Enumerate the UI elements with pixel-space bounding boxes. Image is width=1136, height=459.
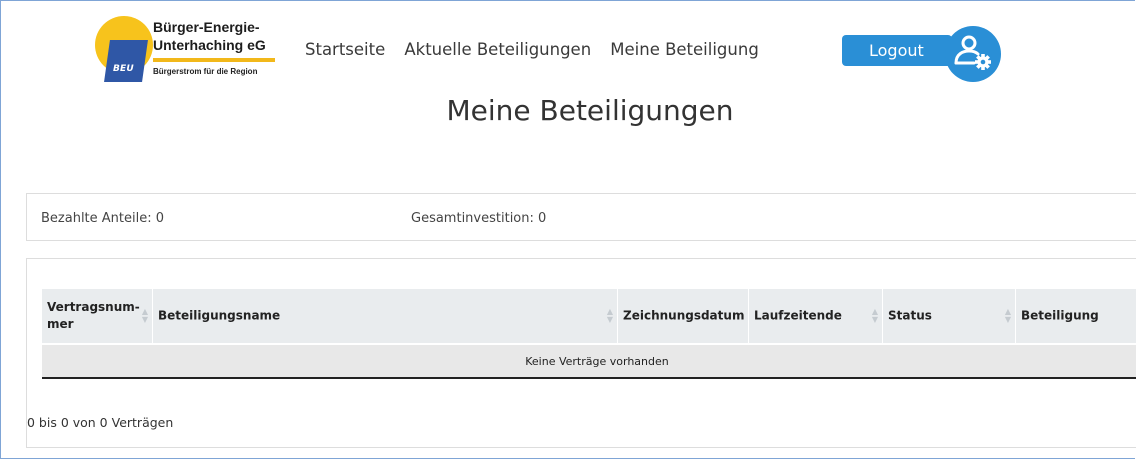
column-header-label: Vertragsnum- mer: [47, 300, 140, 331]
logo-badge: [104, 40, 148, 82]
column-header-label: Beteiligungsname: [158, 308, 281, 323]
empty-message: Keine Verträge vorhanden: [525, 355, 669, 368]
column-header-label: Beteiligung: [1021, 308, 1099, 323]
contracts-panel: Vertragsnum- mer ▲ ▼ Beteiligungsname ▲ ▼ …: [26, 258, 1136, 448]
column-header-vertragsnummer[interactable]: Vertragsnum- mer ▲ ▼: [42, 289, 153, 343]
sort-icon: ▲ ▼: [1004, 307, 1011, 324]
column-header-label: Zeichnungsdatum: [623, 308, 745, 323]
column-header-label: Status: [888, 308, 932, 323]
page-title: Meine Beteiligungen: [446, 94, 734, 127]
logo-underline: [153, 58, 275, 62]
main-nav: Startseite Aktuelle Beteiligungen Meine …: [305, 40, 773, 66]
logo-slogan: Bürgerstrom für die Region: [153, 67, 258, 76]
logout-button[interactable]: Logout: [842, 35, 952, 66]
sort-icon: ▲ ▼: [871, 307, 878, 324]
nav-item-meine-beteiligung[interactable]: Meine Beteiligung: [610, 40, 759, 59]
nav-item-aktuelle-beteiligungen[interactable]: Aktuelle Beteiligungen: [404, 40, 591, 59]
column-header-status[interactable]: Status ▲ ▼: [883, 289, 1016, 343]
logo-name-line1: Bürger-Energie-: [153, 19, 260, 35]
paid-shares-value: 0: [155, 211, 165, 226]
summary-box: Bezahlte Anteile: 0 Gesamtinvestition: 0: [26, 193, 1136, 241]
company-logo[interactable]: BEU Bürger-Energie- Unterhaching eG Bürg…: [93, 14, 283, 86]
column-header-zeichnungsdatum[interactable]: Zeichnungsdatum: [618, 289, 749, 343]
empty-table-row: Keine Verträge vorhanden: [42, 345, 1136, 379]
user-settings-button[interactable]: [945, 26, 1001, 82]
table-info: 0 bis 0 von 0 Verträgen: [27, 415, 174, 430]
column-header-beteiligungsname[interactable]: Beteiligungsname ▲ ▼: [153, 289, 618, 343]
user-gear-icon: [954, 35, 991, 70]
paid-shares: Bezahlte Anteile: 0: [41, 211, 164, 226]
total-investment-label: Gesamtinvestition:: [411, 211, 534, 226]
sort-icon: ▲ ▼: [606, 307, 613, 324]
column-header-laufzeitende[interactable]: Laufzeitende ▲ ▼: [749, 289, 883, 343]
column-header-label: Laufzeitende: [754, 308, 842, 323]
total-investment-value: 0: [538, 211, 547, 226]
paid-shares-label: Bezahlte Anteile:: [41, 211, 152, 226]
logo-badge-text: BEU: [113, 64, 134, 74]
column-header-beteiligung[interactable]: Beteiligung ▲▼: [1016, 289, 1136, 343]
logo-name-line2: Unterhaching eG: [153, 37, 266, 53]
table-header: Vertragsnum- mer ▲ ▼ Beteiligungsname ▲ ▼ …: [42, 289, 1136, 343]
total-investment: Gesamtinvestition: 0: [411, 211, 546, 226]
nav-item-startseite[interactable]: Startseite: [305, 40, 385, 59]
sort-icon: ▲ ▼: [141, 307, 148, 324]
